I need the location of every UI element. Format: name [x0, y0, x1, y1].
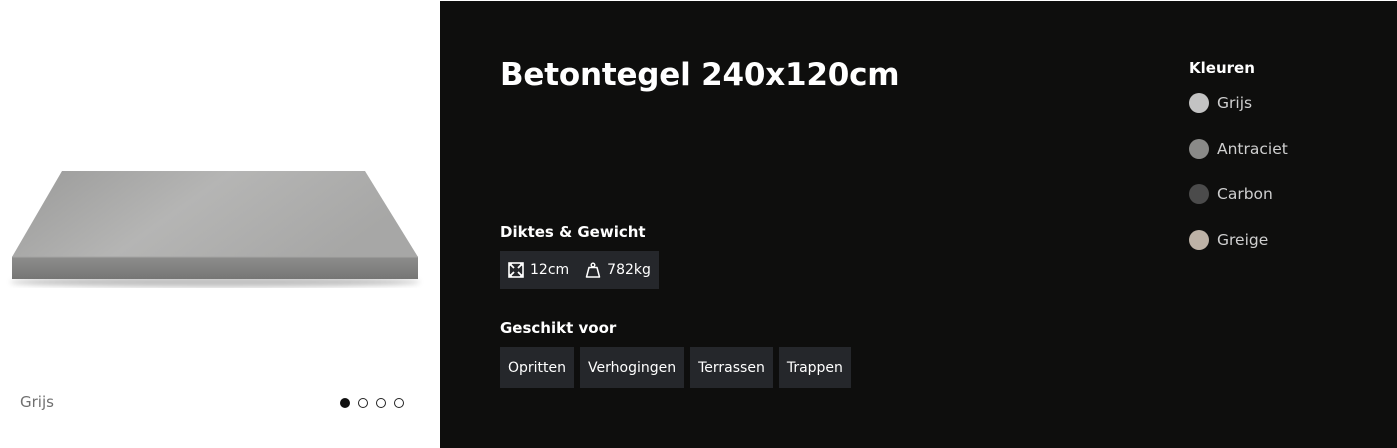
carousel-dot-2[interactable]: [358, 398, 368, 408]
product-image-panel: Grijs: [0, 0, 440, 448]
suitable-tags: Opritten Verhogingen Terrassen Trappen: [500, 347, 851, 388]
color-name: Greige: [1217, 230, 1269, 249]
thickness-value: 12cm: [530, 262, 570, 278]
carousel-dots: [340, 398, 404, 408]
color-swatch: [1189, 229, 1209, 250]
colors-title: Kleuren: [1189, 59, 1255, 77]
specs-chip: 12cm 782kg: [500, 251, 659, 289]
weight-value: 782kg: [607, 262, 651, 278]
product-title: Betontegel 240x120cm: [500, 57, 900, 93]
tag-terrassen[interactable]: Terrassen: [690, 347, 773, 388]
color-swatch: [1189, 184, 1209, 204]
color-options: Kleuren Grijs Antraciet Carbon Greige: [1189, 59, 1288, 275]
carousel-dot-1[interactable]: [340, 398, 350, 408]
color-option-greige[interactable]: Greige: [1189, 229, 1288, 250]
color-option-grijs[interactable]: Grijs: [1189, 93, 1288, 113]
specs-label: Diktes & Gewicht: [500, 223, 646, 241]
suitable-label: Geschikt voor: [500, 319, 617, 337]
weight-icon: [585, 262, 601, 278]
dimensions-icon: [508, 262, 524, 278]
tag-opritten[interactable]: Opritten: [500, 347, 575, 388]
carousel-dot-3[interactable]: [376, 398, 386, 408]
concrete-slab-image[interactable]: [0, 0, 440, 448]
color-option-antraciet[interactable]: Antraciet: [1189, 138, 1288, 159]
color-name: Grijs: [1217, 94, 1253, 112]
tag-trappen[interactable]: Trappen: [778, 347, 851, 388]
image-caption: Grijs: [20, 393, 54, 411]
product-info-panel: Betontegel 240x120cm Diktes & Gewicht 12…: [440, 1, 1397, 448]
product-card: Grijs Betontegel 240x120cm Diktes & Gewi…: [0, 0, 1397, 448]
color-swatch: [1189, 138, 1209, 159]
color-option-carbon[interactable]: Carbon: [1189, 184, 1288, 204]
carousel-dot-4[interactable]: [394, 398, 404, 408]
color-swatch: [1189, 93, 1209, 113]
tag-verhogingen[interactable]: Verhogingen: [580, 347, 685, 388]
color-name: Carbon: [1217, 185, 1273, 203]
color-name: Antraciet: [1217, 139, 1288, 158]
